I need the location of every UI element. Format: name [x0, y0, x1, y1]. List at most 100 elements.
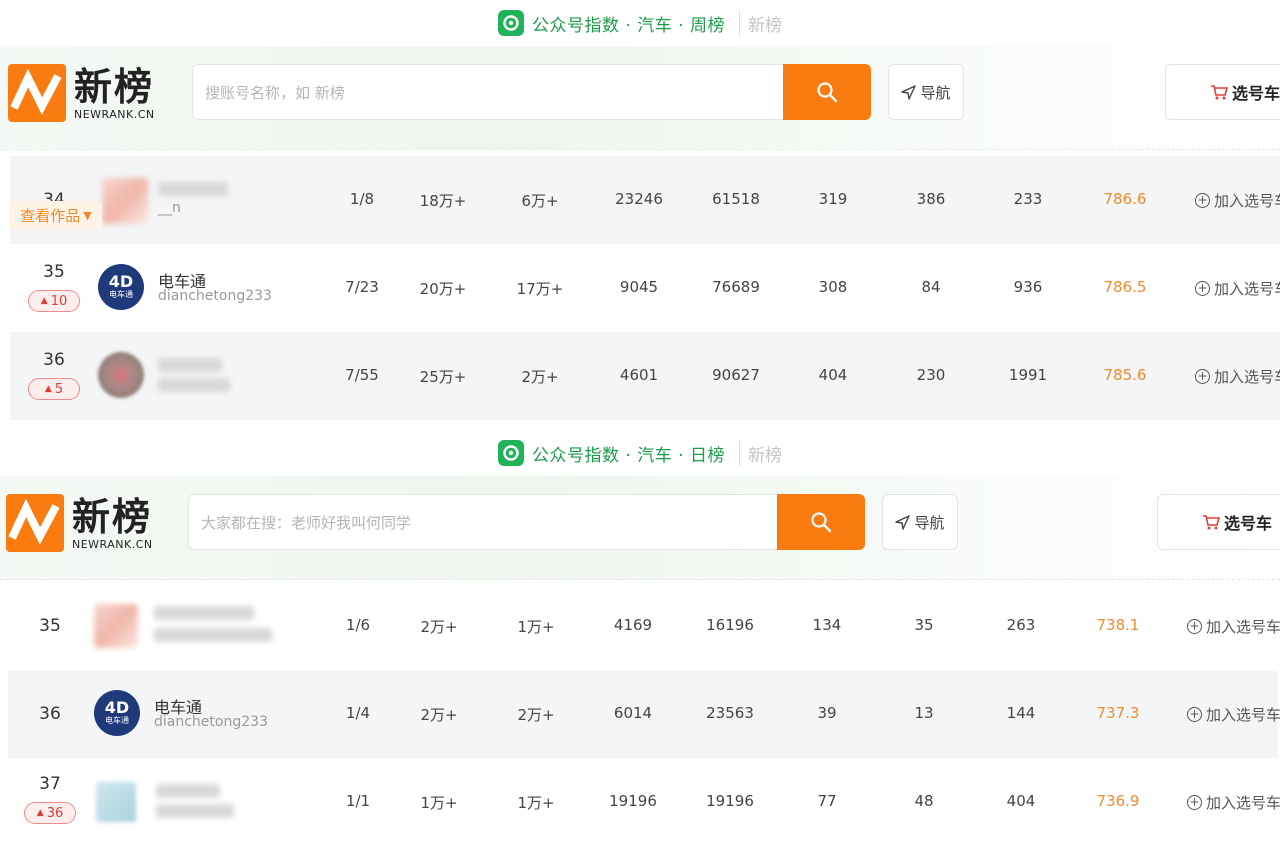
avg-reads: 4169 — [613, 616, 653, 634]
search-icon — [817, 82, 838, 103]
add-to-cart-link[interactable]: + 加入选号车 — [1195, 190, 1280, 211]
add-to-cart-link[interactable]: + 加入选号车 — [1187, 792, 1280, 813]
shares: 1991 — [1008, 366, 1048, 384]
table-row[interactable]: 37 ▲ 36 1/1 1万+ 1万+ 19196 19196 77 48 40… — [8, 758, 1280, 846]
triangle-up-icon: ▲ — [44, 384, 52, 394]
brand-small-text: 电车通 — [105, 716, 129, 725]
add-to-cart-link[interactable]: + 加入选号车 — [1195, 278, 1280, 299]
total-reads: 2万+ — [420, 706, 458, 724]
rank-up-value: 10 — [50, 293, 68, 309]
wow: 35 — [914, 616, 934, 634]
index-score: 785.6 — [1103, 366, 1147, 384]
likes: 77 — [817, 792, 837, 810]
rank-number: 36 — [43, 350, 65, 370]
newrank-logo-mark — [6, 494, 64, 552]
nav-label: 导航 — [914, 513, 945, 532]
account-avatar[interactable] — [98, 352, 144, 398]
likes: 404 — [818, 366, 848, 384]
shares: 404 — [1006, 792, 1036, 810]
nav-button[interactable]: 导航 — [882, 494, 958, 550]
total-reads: 18万+ — [419, 192, 467, 210]
index-score: 738.1 — [1096, 616, 1140, 634]
rank-number: 35 — [39, 616, 61, 636]
likes: 308 — [818, 278, 848, 296]
publish-count: 1/8 — [349, 190, 375, 208]
account-handle: __n — [158, 200, 181, 216]
rank-number: 35 — [43, 262, 65, 282]
rank-up-badge: ▲ 10 — [28, 290, 80, 312]
navigation-arrow-icon — [901, 84, 917, 100]
add-to-cart-link[interactable]: + 加入选号车 — [1187, 704, 1280, 725]
max-reads: 76689 — [712, 278, 760, 296]
max-reads: 90627 — [712, 366, 760, 384]
account-handle-blurred — [154, 628, 272, 642]
likes: 39 — [817, 704, 837, 722]
top-reads: 6万+ — [521, 192, 559, 210]
add-to-cart-label: 加入选号车 — [1214, 368, 1280, 386]
total-reads: 25万+ — [419, 368, 467, 386]
logo-chinese-text: 新榜 — [74, 64, 155, 109]
view-works-button[interactable]: 查看作品 ▼ — [10, 201, 102, 229]
title-brand: 新榜 — [738, 10, 782, 36]
rank-up-value: 36 — [46, 805, 64, 821]
search-button[interactable] — [777, 494, 865, 550]
account-name-blurred — [156, 784, 220, 798]
table-row[interactable]: 34 __n 1/8 18万+ 6万+ 23246 61518 319 386 … — [10, 156, 1280, 244]
wechat-icon — [498, 10, 525, 36]
search-button[interactable] — [783, 64, 871, 120]
avg-reads: 4601 — [619, 366, 659, 384]
shares: 233 — [1013, 190, 1043, 208]
cart-button[interactable]: 选号车 — [1165, 64, 1280, 120]
account-handle-blurred — [156, 804, 234, 818]
cart-button[interactable]: 选号车 — [1157, 494, 1280, 550]
account-avatar[interactable] — [96, 782, 136, 822]
nav-button[interactable]: 导航 — [888, 64, 964, 120]
rank-number: 36 — [39, 704, 61, 724]
add-to-cart-link[interactable]: + 加入选号车 — [1195, 366, 1280, 387]
account-avatar[interactable]: 4D 电车通 — [98, 264, 144, 310]
account-avatar[interactable]: 4D 电车通 — [94, 690, 140, 736]
add-to-cart-link[interactable]: + 加入选号车 — [1187, 616, 1280, 637]
rank-up-value: 5 — [54, 381, 64, 397]
publish-count: 7/55 — [345, 366, 379, 384]
chevron-down-icon: ▼ — [83, 208, 92, 222]
rank-up-badge: ▲ 5 — [28, 378, 80, 400]
account-handle: dianchetong233 — [154, 714, 268, 730]
avg-reads: 9045 — [619, 278, 659, 296]
search-icon — [811, 512, 832, 533]
shares: 936 — [1013, 278, 1043, 296]
shares: 144 — [1006, 704, 1036, 722]
add-to-cart-label: 加入选号车 — [1206, 618, 1280, 636]
index-score: 736.9 — [1096, 792, 1140, 810]
table-row[interactable]: 35 1/6 2万+ 1万+ 4169 16196 134 35 263 738… — [8, 582, 1280, 670]
account-avatar[interactable] — [94, 604, 138, 648]
newrank-logo[interactable]: 新榜 NEWRANK.CN — [8, 64, 155, 122]
publish-count: 7/23 — [345, 278, 379, 296]
shares: 263 — [1006, 616, 1036, 634]
wow: 13 — [914, 704, 934, 722]
cart-label: 选号车 — [1224, 514, 1273, 533]
cart-label: 选号车 — [1232, 84, 1280, 103]
plus-circle-icon: + — [1187, 795, 1202, 810]
wow: 230 — [916, 366, 946, 384]
search-input[interactable]: 搜账号名称，如 新榜 — [192, 64, 784, 120]
daily-title: 公众号指数 · 汽车 · 日榜 — [532, 445, 725, 466]
title-brand: 新榜 — [738, 440, 782, 466]
account-name-blurred — [158, 358, 222, 372]
top-reads: 1万+ — [517, 618, 555, 636]
newrank-logo-mark — [8, 64, 66, 122]
table-row[interactable]: 35 ▲ 10 4D 电车通 电车通 dianchetong233 7/23 2… — [10, 244, 1280, 332]
logo-english-text: NEWRANK.CN — [72, 537, 153, 551]
table-row[interactable]: 36 4D 电车通 电车通 dianchetong233 1/4 2万+ 2万+… — [8, 670, 1280, 758]
add-to-cart-label: 加入选号车 — [1206, 706, 1280, 724]
account-avatar[interactable] — [102, 178, 148, 224]
total-reads: 1万+ — [420, 794, 458, 812]
account-name-blurred — [158, 182, 228, 196]
table-row[interactable]: 36 ▲ 5 7/55 25万+ 2万+ 4601 90627 404 230 … — [10, 332, 1280, 420]
newrank-logo[interactable]: 新榜 NEWRANK.CN — [6, 494, 153, 552]
search-input[interactable]: 大家都在搜：老师好我叫何同学 — [188, 494, 778, 550]
navigation-arrow-icon — [895, 514, 911, 530]
logo-chinese-text: 新榜 — [72, 494, 153, 539]
brand-glyph: 4D — [108, 272, 134, 291]
likes: 134 — [812, 616, 842, 634]
